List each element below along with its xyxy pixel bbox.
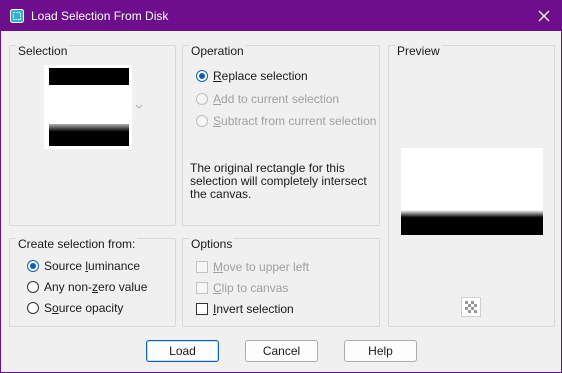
checkbox-indicator [196,303,208,315]
options-group: Options Move to upper left Clip to canva… [182,237,380,327]
close-icon [538,10,550,22]
radio-add-selection[interactable]: Add to current selection [196,90,339,108]
preview-toggle-button[interactable] [461,297,481,317]
preview-group-title: Preview [395,44,442,58]
radio-indicator [27,302,39,314]
options-group-title: Options [189,237,235,251]
help-button[interactable]: Help [344,340,417,362]
radio-opacity-label: Source opacity [44,301,124,315]
selection-file-icon [10,9,24,23]
radio-subtract-selection[interactable]: Subtract from current selection [196,112,376,130]
checkbox-clip-label: Clip to canvas [213,281,289,295]
radio-indicator [196,115,208,127]
operation-group-title: Operation [189,44,246,58]
checkbox-invert-selection[interactable]: Invert selection [196,300,294,318]
close-button[interactable] [527,1,561,31]
create-from-group-title: Create selection from: [16,237,138,251]
radio-luminance-label: Source luminance [44,259,141,273]
checkbox-clip-to-canvas[interactable]: Clip to canvas [196,279,288,297]
radio-any-nonzero[interactable]: Any non-zero value [27,278,147,296]
chevron-down-icon[interactable] [135,104,143,110]
preview-group: Preview [388,44,555,327]
radio-nonzero-label: Any non-zero value [44,280,148,294]
radio-indicator [27,260,39,272]
radio-source-luminance[interactable]: Source luminance [27,257,140,275]
radio-add-label: Add to current selection [213,92,340,106]
title-bar: Load Selection From Disk [1,1,561,31]
checkbox-move-label: Move to upper left [213,260,310,274]
load-button[interactable]: Load [146,340,219,362]
radio-replace-selection[interactable]: Replace selection [196,67,308,85]
radio-indicator [27,281,39,293]
operation-group: Operation Replace selection Add to curre… [182,44,380,226]
dialog-window: Load Selection From Disk Selection Opera… [0,0,562,373]
checkbox-invert-label: Invert selection [213,302,294,316]
selection-thumbnail[interactable] [44,65,132,149]
radio-indicator [196,70,208,82]
info-text: The original rectangle for this selectio… [190,161,367,201]
window-title: Load Selection From Disk [31,9,169,23]
radio-replace-label: Replace selection [213,69,308,83]
selection-group-title: Selection [16,44,70,58]
create-from-group: Create selection from: Source luminance … [9,237,176,327]
radio-indicator [196,93,208,105]
checkbox-indicator [196,261,208,273]
selection-group: Selection [9,44,176,226]
checkbox-move-upper-left[interactable]: Move to upper left [196,258,309,276]
cancel-button[interactable]: Cancel [245,340,318,362]
radio-subtract-label: Subtract from current selection [213,114,377,128]
checkbox-indicator [196,282,208,294]
preview-image [401,148,543,235]
radio-source-opacity[interactable]: Source opacity [27,299,123,317]
checkerboard-icon [465,301,477,313]
